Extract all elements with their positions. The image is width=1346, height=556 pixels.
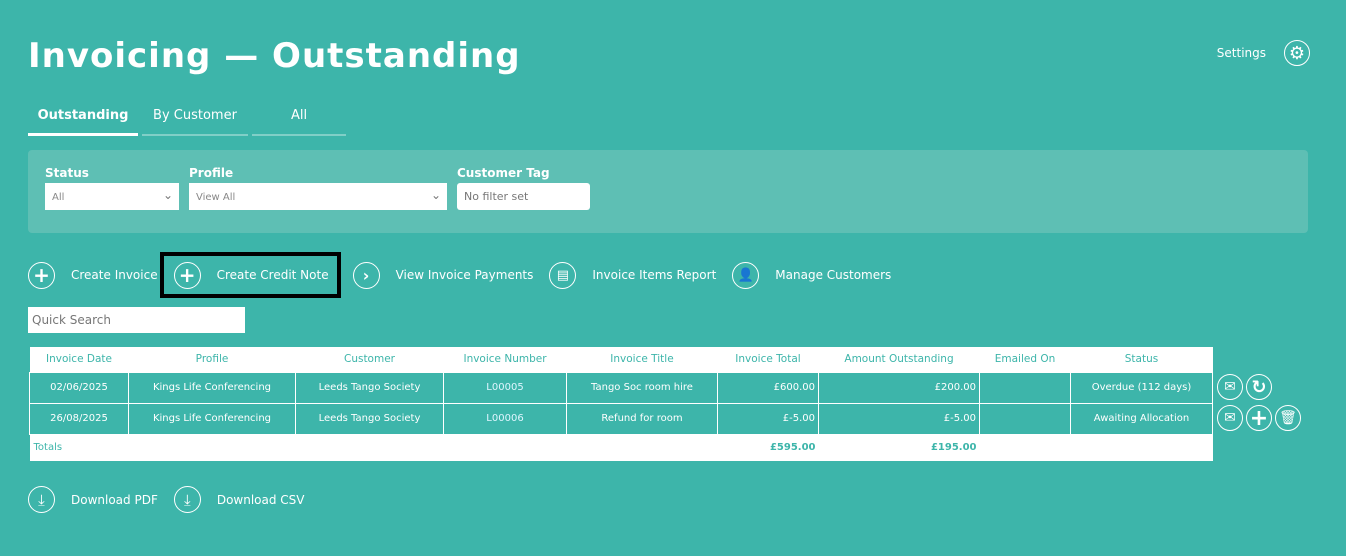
download-icon[interactable]: ⤓ bbox=[28, 486, 55, 513]
create-credit-note-label: Create Credit Note bbox=[216, 268, 329, 282]
tab-all[interactable]: All bbox=[252, 108, 346, 136]
cell-customer: Leeds Tango Society bbox=[295, 402, 444, 435]
col-status[interactable]: Status bbox=[1070, 347, 1213, 372]
col-invoice-title[interactable]: Invoice Title bbox=[566, 347, 718, 372]
totals-empty bbox=[979, 434, 1213, 461]
totals-outstanding: £195.00 bbox=[818, 434, 980, 461]
create-credit-note-button[interactable]: + Create Credit Note bbox=[159, 252, 341, 298]
profile-select[interactable]: View All ⌄ bbox=[189, 183, 447, 210]
tabs: Outstanding By Customer All bbox=[28, 108, 346, 136]
cell-outstanding: £200.00 bbox=[818, 371, 980, 404]
download-csv-button[interactable]: Download CSV bbox=[217, 493, 305, 507]
customer-tag-label: Customer Tag bbox=[457, 166, 550, 180]
download-pdf-button[interactable]: Download PDF bbox=[71, 493, 158, 507]
row-actions: ✉ ↻ bbox=[1217, 374, 1272, 400]
cell-total: £600.00 bbox=[717, 371, 819, 404]
col-invoice-number[interactable]: Invoice Number bbox=[443, 347, 567, 372]
plus-icon: + bbox=[28, 261, 55, 289]
cell-emailed bbox=[979, 371, 1071, 404]
cell-title: Refund for room bbox=[566, 402, 718, 435]
email-icon[interactable]: ✉ bbox=[1217, 374, 1243, 400]
status-label: Status bbox=[45, 166, 89, 180]
cell-emailed bbox=[979, 402, 1071, 435]
cell-outstanding: £-5.00 bbox=[818, 402, 980, 435]
view-invoice-payments-button[interactable]: › View Invoice Payments bbox=[352, 261, 534, 289]
totals-label: Totals bbox=[29, 434, 718, 461]
chevron-down-icon: ⌄ bbox=[430, 188, 441, 202]
cell-date: 02/06/2025 bbox=[29, 371, 129, 404]
profile-label: Profile bbox=[189, 166, 234, 180]
downloads: ⤓ Download PDF ⤓ Download CSV bbox=[28, 486, 305, 513]
invoice-items-report-label: Invoice Items Report bbox=[592, 268, 717, 282]
col-invoice-date[interactable]: Invoice Date bbox=[29, 347, 129, 372]
cell-invoice-number-link[interactable]: L00005 bbox=[443, 371, 567, 404]
col-invoice-total[interactable]: Invoice Total bbox=[717, 347, 819, 372]
col-profile[interactable]: Profile bbox=[128, 347, 296, 372]
totals-row: Totals £595.00 £195.00 bbox=[29, 434, 1213, 461]
invoice-table: Invoice Date Profile Customer Invoice Nu… bbox=[29, 347, 1213, 461]
report-icon: ▤ bbox=[549, 261, 577, 289]
col-customer[interactable]: Customer bbox=[295, 347, 444, 372]
manage-customers-button[interactable]: 👤 Manage Customers bbox=[732, 261, 891, 289]
download-icon[interactable]: ⤓ bbox=[173, 486, 201, 513]
invoice-items-report-button[interactable]: ▤ Invoice Items Report bbox=[549, 261, 716, 289]
tab-outstanding[interactable]: Outstanding bbox=[28, 108, 138, 136]
cell-status: Overdue (112 days) bbox=[1070, 371, 1213, 404]
user-gear-icon: 👤 bbox=[732, 261, 760, 289]
chevron-right-icon: › bbox=[352, 261, 380, 289]
create-invoice-label: Create Invoice bbox=[71, 268, 158, 282]
action-bar: + Create Invoice + Create Credit Note › Vie… bbox=[28, 252, 907, 298]
cell-profile: Kings Life Conferencing bbox=[128, 402, 296, 435]
customer-tag-input[interactable]: No filter set bbox=[457, 183, 590, 210]
totals-invoice-total: £595.00 bbox=[717, 434, 819, 461]
page-title: Invoicing — Outstanding bbox=[28, 36, 521, 76]
view-invoice-payments-label: View Invoice Payments bbox=[395, 268, 534, 282]
plus-icon[interactable]: + bbox=[1246, 405, 1272, 431]
plus-icon: + bbox=[173, 261, 201, 289]
cell-invoice-number-link[interactable]: L00006 bbox=[443, 402, 567, 435]
email-icon[interactable]: ✉ bbox=[1217, 405, 1243, 431]
create-invoice-button[interactable]: + Create Invoice bbox=[28, 261, 158, 289]
cell-date: 26/08/2025 bbox=[29, 402, 129, 435]
chevron-down-icon: ⌄ bbox=[162, 188, 173, 202]
quick-search-input[interactable]: Quick Search bbox=[28, 307, 245, 333]
col-amount-outstanding[interactable]: Amount Outstanding bbox=[818, 347, 980, 372]
cell-profile: Kings Life Conferencing bbox=[128, 371, 296, 404]
settings[interactable]: Settings ⚙ bbox=[1217, 40, 1310, 66]
profile-value: View All bbox=[196, 192, 236, 203]
cell-title: Tango Soc room hire bbox=[566, 371, 718, 404]
trash-icon[interactable]: 🗑 bbox=[1275, 405, 1301, 431]
status-select[interactable]: All ⌄ bbox=[45, 183, 179, 210]
table-row[interactable]: 02/06/2025 Kings Life Conferencing Leeds… bbox=[29, 371, 1213, 404]
row-actions: ✉ + 🗑 bbox=[1217, 405, 1301, 431]
cell-customer: Leeds Tango Society bbox=[295, 371, 444, 404]
cell-status: Awaiting Allocation bbox=[1070, 402, 1213, 435]
manage-customers-label: Manage Customers bbox=[775, 268, 892, 282]
table-header: Invoice Date Profile Customer Invoice Nu… bbox=[29, 347, 1213, 372]
refresh-icon[interactable]: ↻ bbox=[1246, 374, 1272, 400]
gear-icon[interactable]: ⚙ bbox=[1284, 40, 1310, 66]
tab-by-customer[interactable]: By Customer bbox=[142, 108, 248, 136]
settings-label[interactable]: Settings bbox=[1217, 46, 1266, 60]
cell-total: £-5.00 bbox=[717, 402, 819, 435]
col-emailed-on[interactable]: Emailed On bbox=[979, 347, 1071, 372]
status-value: All bbox=[52, 192, 65, 203]
filter-panel: Status All ⌄ Profile View All ⌄ Customer T… bbox=[28, 150, 1308, 233]
table-row[interactable]: 26/08/2025 Kings Life Conferencing Leeds… bbox=[29, 402, 1213, 435]
